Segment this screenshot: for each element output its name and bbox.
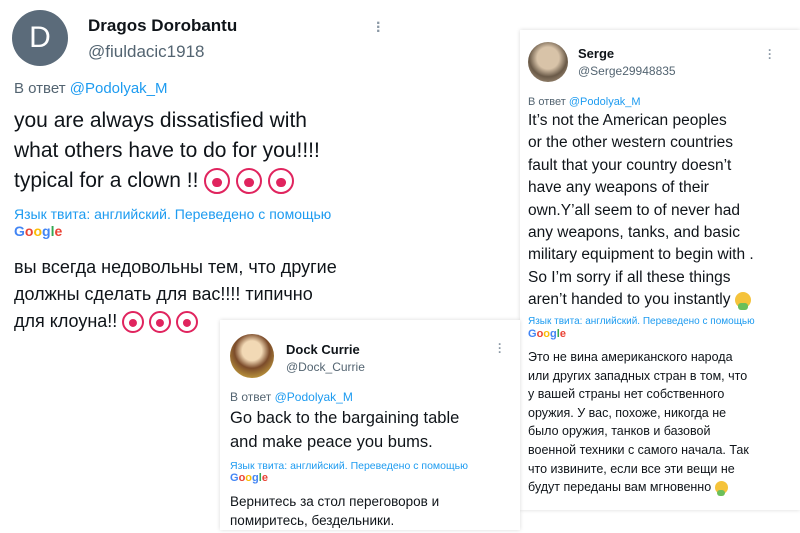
- tweet-text-line: have any weapons of their: [528, 179, 709, 197]
- tweet-text-line: fault that your country doesn’t: [528, 156, 732, 174]
- translated-by-label[interactable]: Язык твита: английский. Переведено с пом…: [14, 206, 331, 222]
- translation-line: Это не вина американского народа: [528, 350, 733, 364]
- avatar[interactable]: [230, 334, 274, 378]
- clown-face-icon: [236, 168, 263, 195]
- tweet-text-line: Go back to the bargaining table: [230, 409, 460, 427]
- author-name[interactable]: Dragos Dorobantu: [88, 16, 237, 36]
- reply-prefix: В ответ: [230, 390, 272, 404]
- tweet-text-line: you are always dissatisfied with: [14, 109, 307, 132]
- tweet-text-line: military equipment to begin with .: [528, 246, 754, 264]
- more-vertical-icon[interactable]: · · ·: [498, 338, 502, 358]
- translation-line: что извините, если все эти вещи не: [528, 461, 735, 476]
- translation-line: оружия. У вас, похоже, никогда не: [528, 405, 727, 420]
- tweet-text-line: aren’t handed to you instantly: [528, 291, 731, 309]
- author-name[interactable]: Dock Currie: [286, 342, 360, 357]
- mention-link[interactable]: @Podolyak_M: [569, 96, 641, 108]
- author-handle[interactable]: @fiuldacic1918: [88, 42, 205, 62]
- reply-prefix: В ответ: [528, 96, 566, 108]
- translation-line: или других западных стран в том, что: [528, 368, 748, 383]
- google-logo[interactable]: Google: [14, 223, 62, 239]
- more-vertical-icon[interactable]: · · ·: [376, 16, 381, 40]
- clown-face-icon: [204, 168, 231, 195]
- tweet-card-dock[interactable]: Dock Currie @Dock_Currie · · · В ответ @Po…: [220, 320, 520, 530]
- reply-context: В ответ @Podolyak_M: [14, 80, 168, 97]
- clown-face-icon: [176, 311, 199, 334]
- google-logo[interactable]: Google: [528, 328, 566, 340]
- reply-context: В ответ @Podolyak_M: [528, 96, 641, 108]
- clown-emoji-group: [198, 168, 294, 195]
- clown-face-icon: [122, 311, 145, 334]
- tweet-card-serge[interactable]: Serge @Serge29948835 · · · В ответ @Podoly…: [520, 30, 800, 510]
- translation-line: военной техники с самого начала. Так: [528, 442, 749, 457]
- tweet-card-dragos[interactable]: D Dragos Dorobantu @fiuldacic1918 · · · В …: [0, 0, 420, 340]
- clown-face-icon: [149, 311, 172, 334]
- tweet-text-line: and make peace you bums.: [230, 433, 433, 451]
- translation-line: было оружия, танков и базовой: [528, 424, 711, 439]
- tweet-text-line: own.Y’all seem to of never had: [528, 201, 740, 219]
- tweet-text: you are always dissatisfied with what ot…: [14, 106, 320, 196]
- tweet-text-line: So I’m sorry if all these things: [528, 268, 731, 286]
- author-handle[interactable]: @Dock_Currie: [286, 360, 365, 374]
- author-name[interactable]: Serge: [578, 46, 614, 61]
- translation-text: Вернитесь за стол переговоров и помирите…: [230, 492, 439, 530]
- facepalm-icon: [714, 481, 728, 496]
- tweet-text: Go back to the bargaining table and make…: [230, 406, 459, 454]
- translation-line: вы всегда недовольны тем, что другие: [14, 257, 337, 277]
- tweet-text-line: or the other western countries: [528, 134, 734, 152]
- author-handle[interactable]: @Serge29948835: [578, 64, 676, 78]
- translation-line: для клоуна!!: [14, 311, 118, 331]
- more-vertical-icon[interactable]: · · ·: [768, 44, 772, 64]
- translation-line: Вернитесь за стол переговоров и: [230, 494, 440, 509]
- avatar[interactable]: D: [12, 10, 68, 66]
- tweet-text-line: any weapons, tanks, and basic: [528, 224, 740, 242]
- translation-line: должны сделать для вас!!!! типично: [14, 284, 313, 304]
- mention-link[interactable]: @Podolyak_M: [275, 390, 353, 404]
- tweet-text-line: typical for a clown !!: [14, 169, 199, 192]
- google-logo[interactable]: Google: [230, 472, 268, 484]
- translated-by-label[interactable]: Язык твита: английский. Переведено с пом…: [528, 316, 755, 327]
- translation-line: будут переданы вам мгновенно: [528, 480, 712, 495]
- translation-line: помиритесь, бездельники.: [230, 513, 395, 528]
- avatar[interactable]: [528, 42, 568, 82]
- reply-context: В ответ @Podolyak_M: [230, 390, 353, 404]
- translation-text: Это не вина американского народа или дру…: [528, 348, 749, 497]
- reply-prefix: В ответ: [14, 80, 66, 97]
- mention-link[interactable]: @Podolyak_M: [70, 80, 168, 97]
- tweet-text-line: what others have to do for you!!!!: [14, 139, 320, 162]
- translation-line: у вашей страны нет собственного: [528, 387, 725, 402]
- translated-by-label[interactable]: Язык твита: английский. Переведено с пом…: [230, 460, 468, 472]
- tweet-text-line: It’s not the American peoples: [528, 112, 727, 129]
- clown-face-icon: [267, 168, 294, 195]
- tweet-text: It’s not the American peoples or the oth…: [528, 110, 754, 312]
- facepalm-icon: [734, 292, 751, 310]
